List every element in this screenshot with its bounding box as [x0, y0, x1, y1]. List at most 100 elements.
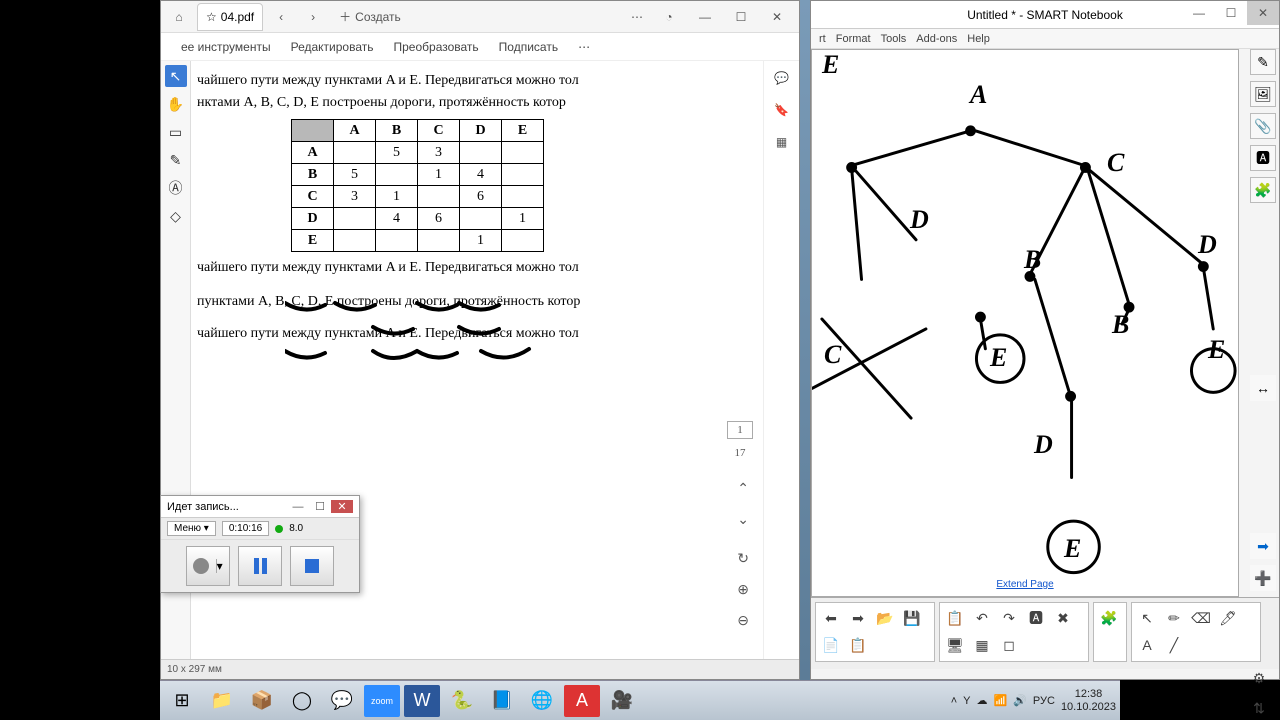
tray-volume-icon[interactable]: 🔊 [1013, 694, 1027, 707]
smart-maximize-button[interactable]: ☐ [1215, 1, 1247, 25]
tab-next[interactable]: › [299, 5, 327, 29]
prev-icon[interactable]: ⬅ [819, 606, 843, 630]
zoom-out-icon[interactable]: ⊖ [737, 613, 749, 630]
menu-more-icon[interactable]: ⋯ [578, 40, 590, 54]
menu-tools[interactable]: Tools [881, 33, 907, 45]
close-button[interactable]: ✕ [759, 5, 795, 29]
paste-icon[interactable]: 📋 [943, 606, 967, 630]
addons-tab-icon[interactable]: 🧩 [1250, 177, 1276, 203]
page-current[interactable]: 1 [727, 421, 753, 439]
extend-page-link[interactable]: Extend Page [996, 579, 1053, 590]
save-icon[interactable]: 💾 [900, 606, 924, 630]
app-icon[interactable]: 📦 [244, 685, 280, 717]
grid-icon[interactable]: ▦ [776, 135, 787, 149]
menu-sign[interactable]: Подписать [499, 40, 558, 54]
shapes-icon[interactable]: ◇ [165, 205, 187, 227]
zoom-icon[interactable]: zoom [364, 685, 400, 717]
minimize-button[interactable]: — [687, 5, 723, 29]
tray-network-icon[interactable]: 📶 [994, 694, 1008, 707]
chevron-down-icon[interactable]: ⌄ [737, 512, 749, 529]
expand-icon[interactable]: ↔ [1250, 375, 1276, 401]
zoom-in-icon[interactable]: ⊕ [737, 582, 749, 599]
maximize-button[interactable]: ☐ [723, 5, 759, 29]
tab-prev[interactable]: ‹ [267, 5, 295, 29]
next-icon[interactable]: ➡ [846, 606, 870, 630]
start-button[interactable]: ⊞ [164, 685, 200, 717]
refresh-icon[interactable]: ↻ [737, 551, 749, 568]
new-tab-button[interactable]: ＋ Создать [331, 8, 409, 25]
gallery-tab-icon[interactable]: 🖼 [1250, 81, 1276, 107]
puzzle-icon[interactable]: 🧩 [1097, 606, 1121, 630]
tray-lang[interactable]: РУС [1033, 695, 1055, 707]
home-icon[interactable]: ⌂ [165, 5, 193, 29]
recorder-icon[interactable]: 🎥 [604, 685, 640, 717]
text-icon[interactable]: Ⓐ [165, 177, 187, 199]
browser-icon[interactable]: ◯ [284, 685, 320, 717]
move-toolbar-icon[interactable]: ⇅ [1247, 696, 1271, 720]
rec-menu-dropdown[interactable]: Меню ▾ [167, 521, 216, 536]
copy-icon[interactable]: 📋 [846, 633, 870, 657]
magic-pen-icon[interactable]: ✏ [1162, 606, 1186, 630]
rec-stop-button[interactable] [290, 546, 334, 586]
rec-maximize-button[interactable]: ☐ [309, 500, 331, 513]
tray-cloud-icon[interactable]: ☁ [977, 694, 988, 707]
text-a-icon[interactable]: A [1135, 633, 1159, 657]
rec-level-dot [275, 525, 283, 533]
redo-icon[interactable]: ↷ [997, 606, 1021, 630]
undo-icon[interactable]: ↶ [970, 606, 994, 630]
settings-icon[interactable]: ⚙ [1247, 666, 1271, 690]
hand-icon[interactable]: ✋ [165, 93, 187, 115]
python-icon[interactable]: 🐍 [444, 685, 480, 717]
tray-chevron-icon[interactable]: ˄ [951, 695, 957, 707]
smart-icon[interactable]: 📘 [484, 685, 520, 717]
menu-addons[interactable]: Add-ons [916, 33, 957, 45]
text-tool-icon[interactable]: 🅰 [1024, 606, 1048, 630]
chrome-icon[interactable]: 🌐 [524, 685, 560, 717]
menu-edit[interactable]: Редактировать [291, 40, 374, 54]
next-page-arrow-icon[interactable]: ➡ [1250, 533, 1276, 559]
pointer-icon[interactable]: ↖ [165, 65, 187, 87]
smart-canvas[interactable]: E A C D B D B C E E D E Extend Page [811, 49, 1239, 597]
eraser-icon[interactable]: ⌫ [1189, 606, 1213, 630]
menu-convert[interactable]: Преобразовать [394, 40, 479, 54]
rec-pause-button[interactable] [238, 546, 282, 586]
pdf-titlebar: ⌂ ☆ 04.pdf ‹ › ＋ Создать ⋯ ◔ — ☐ ✕ [161, 1, 799, 33]
rec-record-button[interactable]: ▾ [186, 546, 230, 586]
open-icon[interactable]: 📂 [873, 606, 897, 630]
select-tool-icon[interactable]: ↖ [1135, 606, 1159, 630]
bell-icon[interactable]: ◔ [655, 5, 683, 29]
tray-yandex-icon[interactable]: Y [963, 695, 970, 707]
add-page-icon[interactable]: ➕ [1250, 565, 1276, 591]
tray-clock[interactable]: 12:38 10.10.2023 [1061, 688, 1116, 712]
delete-icon[interactable]: ✖ [1051, 606, 1075, 630]
viber-icon[interactable]: 💬 [324, 685, 360, 717]
draw-icon[interactable]: ✎ [165, 149, 187, 171]
attach-tab-icon[interactable]: 📎 [1250, 113, 1276, 139]
more-icon[interactable]: ⋯ [623, 5, 651, 29]
new-icon[interactable]: 📄 [819, 633, 843, 657]
word-icon[interactable]: W [404, 685, 440, 717]
chevron-up-icon[interactable]: ⌃ [737, 481, 749, 498]
properties-tab-icon[interactable]: 🅰 [1250, 145, 1276, 171]
pens-icon[interactable]: 🖊 [1216, 606, 1240, 630]
acrobat-icon[interactable]: A [564, 685, 600, 717]
rec-close-button[interactable]: ✕ [331, 500, 353, 513]
pen-tab-icon[interactable]: ✎ [1250, 49, 1276, 75]
bookmark-icon[interactable]: 🔖 [774, 103, 789, 117]
line-icon[interactable]: ╱ [1162, 633, 1186, 657]
explorer-icon[interactable]: 📁 [204, 685, 240, 717]
select-icon[interactable]: ▭ [165, 121, 187, 143]
menu-tools[interactable]: ее инструменты [181, 40, 271, 54]
menu-format[interactable]: Format [836, 33, 871, 45]
pdf-tab[interactable]: ☆ 04.pdf [197, 3, 263, 31]
doc-text: чайшего пути между пунктами A и E. Перед… [197, 73, 763, 89]
smart-minimize-button[interactable]: — [1183, 1, 1215, 25]
table-icon[interactable]: ▦ [970, 633, 994, 657]
comment-icon[interactable]: 💬 [774, 71, 789, 85]
smart-close-button[interactable]: ✕ [1247, 1, 1279, 25]
menu-insert[interactable]: rt [819, 33, 826, 45]
menu-help[interactable]: Help [967, 33, 990, 45]
rec-minimize-button[interactable]: — [287, 501, 309, 513]
shape-icon[interactable]: ◻ [997, 633, 1021, 657]
screen-icon[interactable]: 🖥 [943, 633, 967, 657]
